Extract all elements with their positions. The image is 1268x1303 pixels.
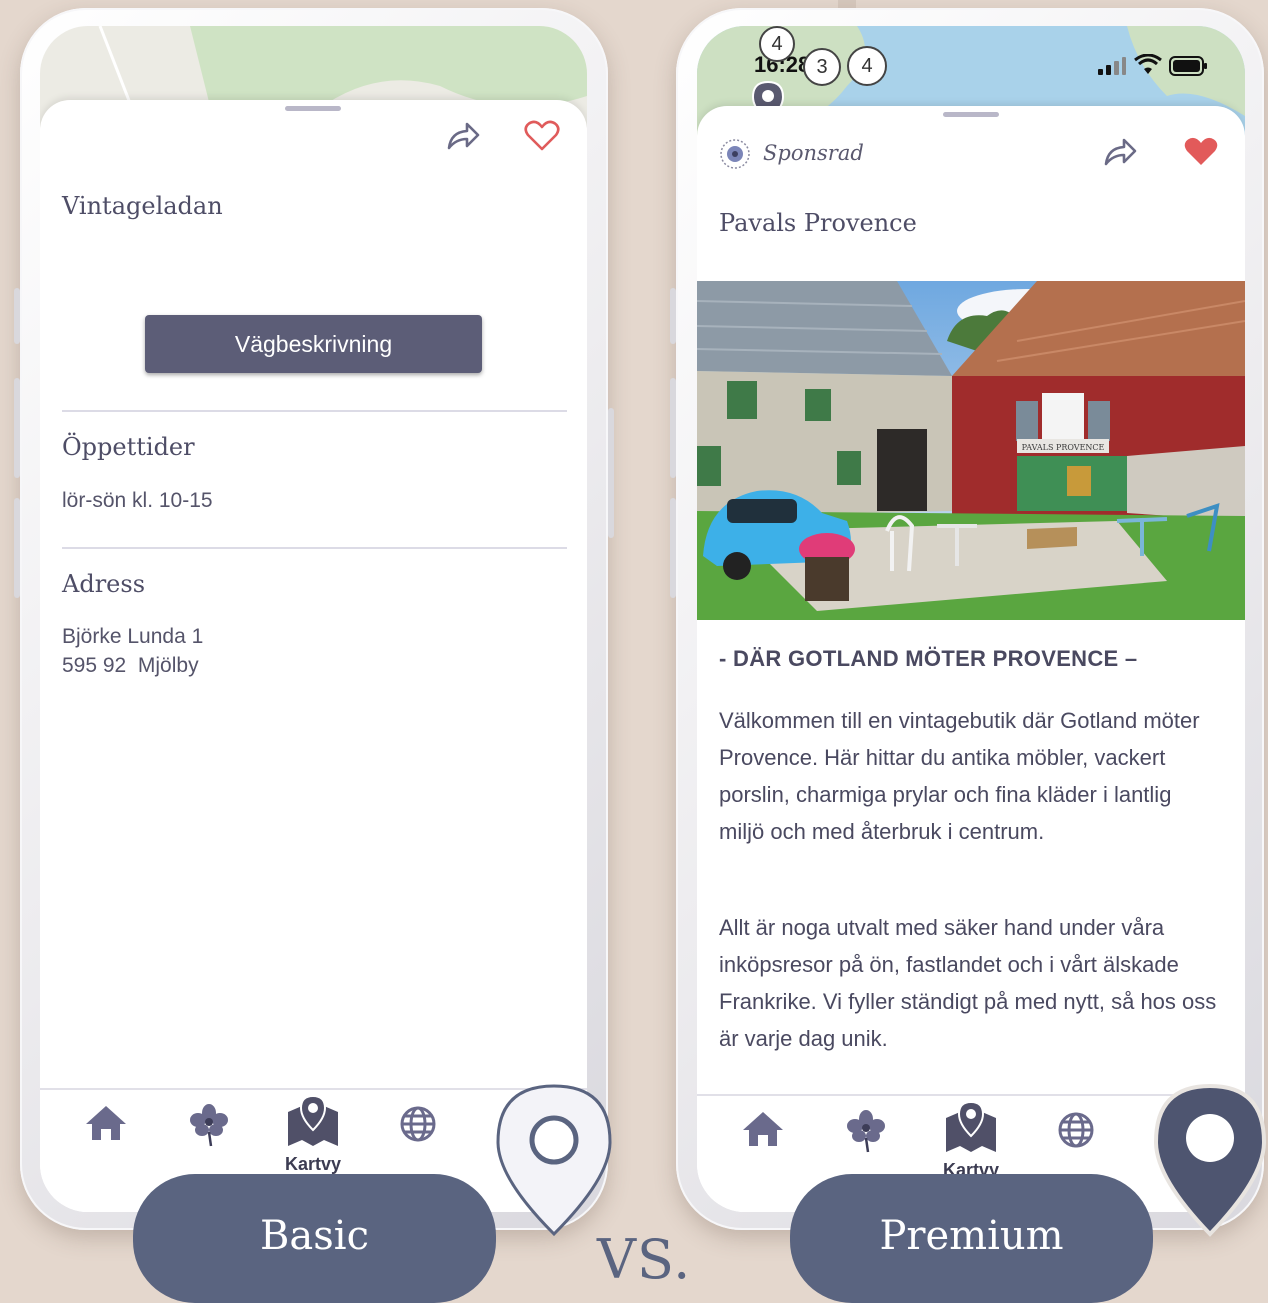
flower-icon[interactable] bbox=[843, 1108, 889, 1159]
divider bbox=[62, 547, 567, 549]
map-cluster-marker[interactable]: 4 bbox=[847, 46, 887, 86]
map-cluster-marker[interactable]: 3 bbox=[803, 48, 841, 86]
description-paragraph-1: Välkommen till en vintagebutik där Gotla… bbox=[719, 708, 1200, 844]
signal-icon bbox=[1097, 56, 1127, 81]
map-icon[interactable] bbox=[943, 1100, 999, 1159]
opening-hours-value: lör-sön kl. 10-15 bbox=[62, 489, 213, 512]
place-title: Vintageladan bbox=[62, 192, 223, 220]
flower-icon[interactable] bbox=[186, 1102, 232, 1153]
address-line-1: Björke Lunda 1 bbox=[62, 625, 204, 648]
basic-tier-label: Basic bbox=[133, 1174, 496, 1303]
vs-label: VS. bbox=[597, 1228, 692, 1291]
home-icon[interactable] bbox=[84, 1103, 128, 1148]
heart-filled-icon[interactable] bbox=[1183, 136, 1219, 173]
basic-screen: Vintageladan Vägbeskrivning Öppettider l… bbox=[40, 26, 587, 1212]
sponsor-badge bbox=[719, 138, 751, 175]
tagline: - DÄR GOTLAND MÖTER PROVENCE – bbox=[719, 646, 1138, 671]
place-photo: PAVALS PROVENCE bbox=[697, 281, 1245, 620]
opening-hours-title: Öppettider bbox=[62, 433, 195, 461]
battery-icon bbox=[1169, 56, 1209, 81]
address-line-2: 595 92 Mjölby bbox=[62, 654, 199, 677]
location-pin-icon bbox=[492, 1080, 616, 1245]
premium-screen: 16:28 4 3 4 Sponsrad Pavals Provence PAV… bbox=[697, 26, 1245, 1212]
globe-icon[interactable] bbox=[398, 1104, 438, 1149]
directions-button[interactable]: Vägbeskrivning bbox=[145, 315, 482, 373]
map-icon[interactable] bbox=[285, 1094, 341, 1153]
address-title: Adress bbox=[62, 570, 146, 598]
place-title: Pavals Provence bbox=[719, 209, 917, 237]
wifi-icon bbox=[1134, 53, 1162, 81]
tab-label-kartvy[interactable]: Kartvy bbox=[263, 1154, 363, 1175]
photo-sign-text: PAVALS PROVENCE bbox=[1022, 443, 1105, 452]
location-pin-icon bbox=[1152, 1080, 1268, 1245]
share-icon[interactable] bbox=[445, 120, 481, 157]
sheet-handle[interactable] bbox=[285, 106, 341, 111]
basic-phone-frame: Vintageladan Vägbeskrivning Öppettider l… bbox=[14, 8, 614, 1230]
heart-outline-icon[interactable] bbox=[524, 120, 560, 157]
globe-icon[interactable] bbox=[1056, 1110, 1096, 1155]
divider bbox=[62, 410, 567, 412]
premium-tier-label: Premium bbox=[790, 1174, 1153, 1303]
sheet-handle[interactable] bbox=[943, 112, 999, 117]
share-icon[interactable] bbox=[1102, 136, 1138, 173]
map-cluster-marker[interactable]: 4 bbox=[759, 26, 795, 62]
home-icon[interactable] bbox=[741, 1109, 785, 1154]
basic-detail-sheet: Vintageladan Vägbeskrivning Öppettider l… bbox=[40, 100, 587, 1212]
sponsored-label: Sponsrad bbox=[763, 141, 864, 165]
description-paragraph-2: Allt är noga utvalt med säker hand under… bbox=[719, 915, 1217, 1051]
premium-detail-sheet: Sponsrad Pavals Provence PAVALS PROVENCE… bbox=[697, 106, 1245, 1212]
premium-phone-frame: 16:28 4 3 4 Sponsrad Pavals Provence PAV… bbox=[670, 8, 1264, 1230]
